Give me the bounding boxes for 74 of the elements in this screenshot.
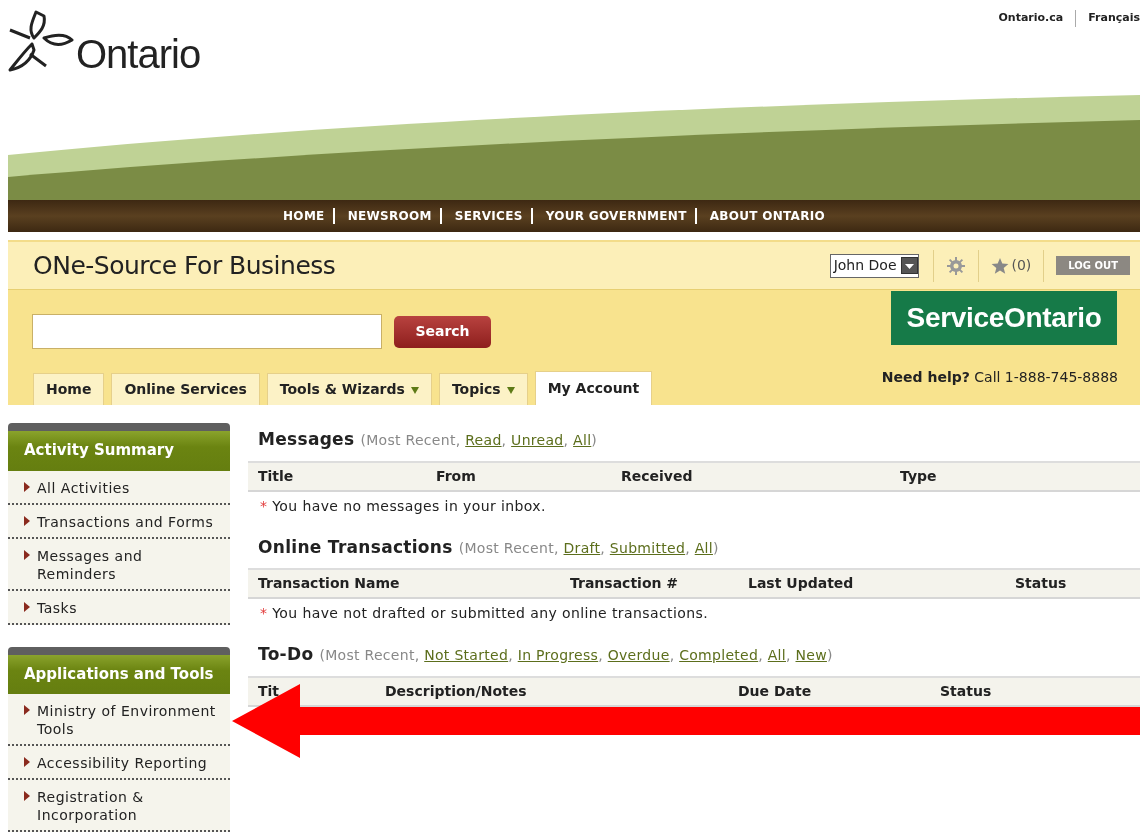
favorites-link[interactable]: (0) xyxy=(978,255,1044,276)
nav-link[interactable]: SERVICES xyxy=(439,208,531,224)
column-header: Due Date xyxy=(738,681,813,701)
user-select[interactable]: John Doe xyxy=(829,253,919,278)
app-title: ONe-Source For Business xyxy=(33,249,337,282)
nav-link[interactable]: HOME xyxy=(275,208,333,224)
column-header: Received xyxy=(621,466,694,486)
sidebar-item[interactable]: Tasks xyxy=(8,590,230,625)
brand-logo: ServiceOntario xyxy=(891,291,1117,345)
column-header: Type xyxy=(900,466,938,486)
sidebar-item[interactable]: Ministry of Environment Tools xyxy=(8,694,230,746)
filter-link[interactable]: New xyxy=(795,647,827,663)
filter-links: (Most Recent, Draft, Submitted, All) xyxy=(458,538,719,558)
sidebar-heading: Applications and Tools xyxy=(8,646,230,694)
filter-link[interactable]: Read xyxy=(465,432,502,448)
dropdown-triangle-icon xyxy=(410,385,419,394)
filter-link[interactable]: All xyxy=(767,647,786,663)
nav-link[interactable]: NEWSROOM xyxy=(332,208,440,224)
sidebar-item[interactable]: Transactions and Forms xyxy=(8,504,230,539)
search-button[interactable]: Search xyxy=(394,315,491,348)
filter-link[interactable]: Draft xyxy=(563,539,601,556)
column-header: Transaction # xyxy=(570,574,680,593)
empty-message: * You have not drafted or submitted any online transactions. xyxy=(259,604,709,623)
column-header: Status xyxy=(940,681,993,701)
triangle-bullet-icon xyxy=(24,757,30,767)
column-header: Status xyxy=(1015,574,1068,593)
triangle-bullet-icon xyxy=(24,601,30,612)
nav-tab[interactable]: My Account xyxy=(534,371,653,405)
sidebar-item[interactable]: Accessibility Reporting xyxy=(8,746,230,780)
sidebar-item[interactable]: Registration & Incorporation xyxy=(8,780,230,832)
sidebar-heading: Activity Summary xyxy=(8,423,230,471)
column-header: Description/Notes xyxy=(385,681,528,701)
filter-link[interactable]: Completed xyxy=(679,647,759,663)
search-field[interactable] xyxy=(32,314,382,349)
filter-link[interactable]: Not Started xyxy=(424,647,509,663)
logout-button[interactable]: LOG OUT xyxy=(1056,256,1130,275)
triangle-bullet-icon xyxy=(24,515,30,526)
filter-link[interactable]: All xyxy=(573,432,592,448)
top-link[interactable]: Français xyxy=(1075,10,1140,27)
nav-link[interactable]: ABOUT ONTARIO xyxy=(694,208,833,224)
column-header: Title xyxy=(258,466,295,486)
nav-tab[interactable]: Online Services xyxy=(111,373,260,405)
triangle-bullet-icon xyxy=(24,549,30,560)
filter-link[interactable]: All xyxy=(694,539,713,556)
nav-tab[interactable]: Home xyxy=(33,373,105,405)
sidebar-item[interactable]: All Activities xyxy=(8,470,230,505)
section-title: Messages xyxy=(258,428,355,451)
nav-link[interactable]: YOUR GOVERNMENT xyxy=(530,208,695,224)
logo-text: Ontario xyxy=(76,34,201,74)
filter-link[interactable]: Submitted xyxy=(609,539,686,556)
dropdown-triangle-icon xyxy=(506,385,515,394)
empty-message: * You have no messages in your inbox. xyxy=(259,496,547,516)
column-header: Last Updated xyxy=(748,574,855,593)
column-header: From xyxy=(436,466,477,486)
filter-link[interactable]: Overdue xyxy=(607,647,670,663)
triangle-bullet-icon xyxy=(24,481,30,492)
nav-tab[interactable]: Tools & Wizards xyxy=(266,373,432,405)
help-text: Need help? Call 1-888-745-8888 xyxy=(881,368,1118,387)
triangle-bullet-icon xyxy=(24,705,30,715)
sidebar-item[interactable]: Messages and Reminders xyxy=(8,538,230,591)
section-title: Online Transactions xyxy=(258,535,453,559)
star-icon xyxy=(990,256,1009,275)
section-title: To-Do xyxy=(258,643,314,666)
top-link[interactable]: Ontario.ca xyxy=(986,10,1076,27)
settings-icon xyxy=(945,255,966,276)
triangle-bullet-icon xyxy=(24,791,30,801)
filter-links: (Most Recent, Read, Unread, All) xyxy=(360,431,598,450)
column-header: Transaction Name xyxy=(258,574,401,593)
trillium-logo-icon xyxy=(6,8,74,74)
nav-tab[interactable]: Topics xyxy=(438,373,528,405)
filter-link[interactable]: Unread xyxy=(511,432,564,448)
filter-link[interactable]: In Progress xyxy=(517,647,599,663)
column-header: Tit xyxy=(258,681,281,701)
filter-links: (Most Recent, Not Started, In Progress, Overdue, Completed, All, New) xyxy=(319,646,833,665)
